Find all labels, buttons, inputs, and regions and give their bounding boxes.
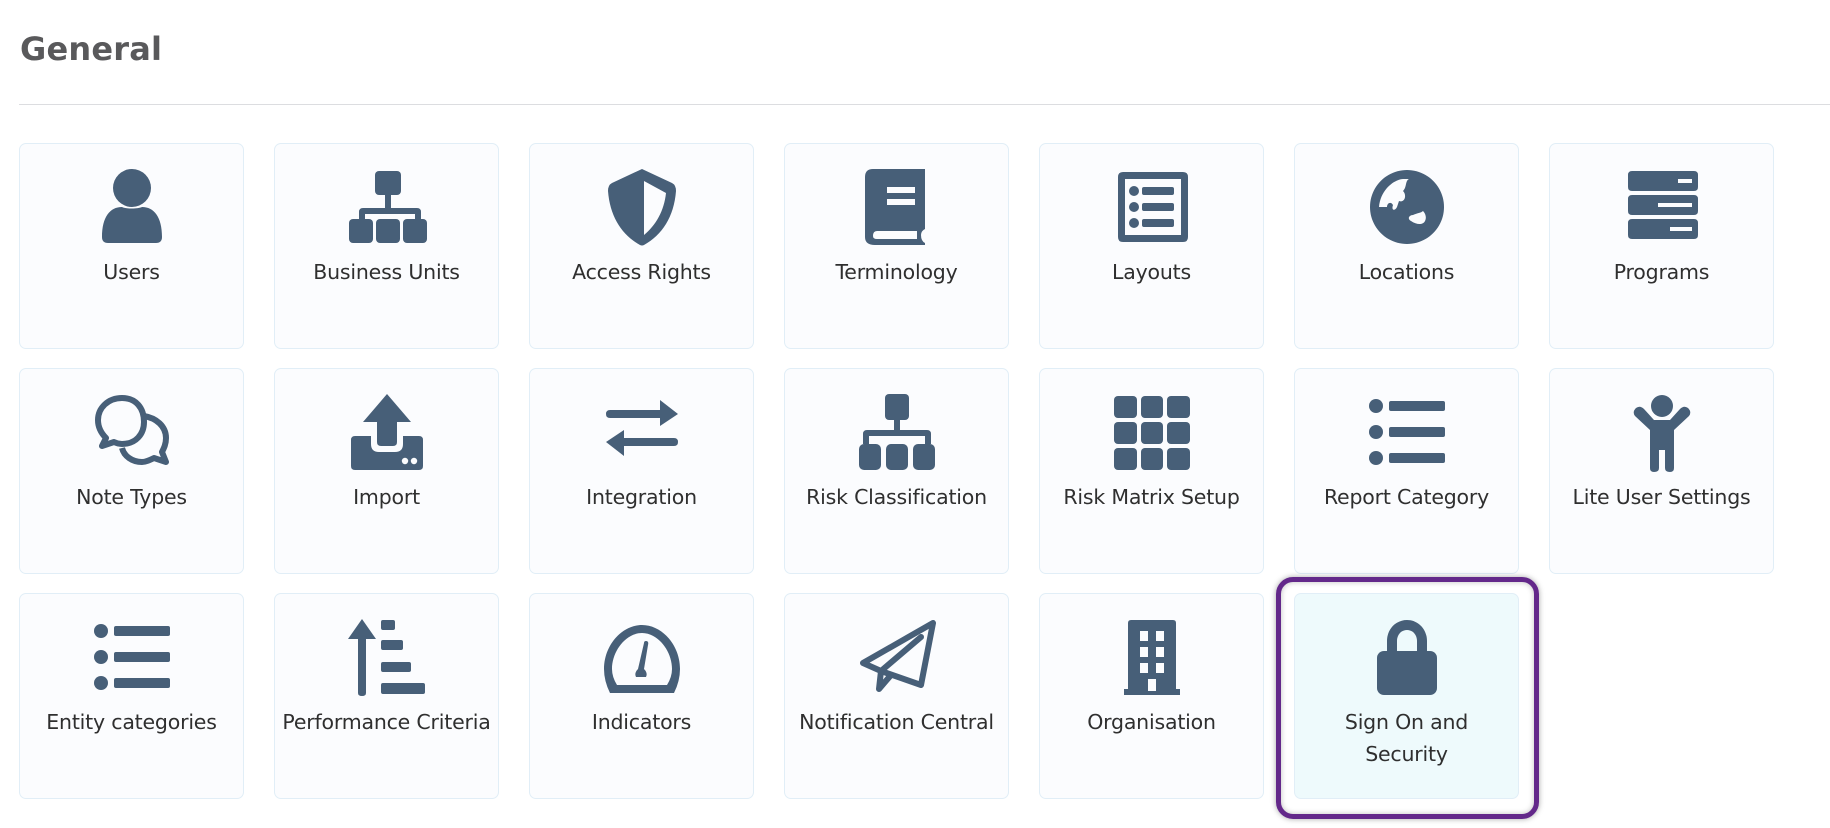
list-ul-icon [20, 616, 243, 698]
tile-label: Entity categories [46, 710, 217, 734]
tile-label: Business Units [313, 260, 460, 284]
section-title: General [20, 30, 163, 68]
tile-sign-on-and-security[interactable]: Sign On and Security [1294, 593, 1519, 799]
tachometer-icon [530, 616, 753, 698]
tile-import[interactable]: Import [274, 368, 499, 574]
child-icon [1550, 391, 1773, 473]
tile-label: Locations [1358, 260, 1455, 284]
tile-organisation[interactable]: Organisation [1039, 593, 1264, 799]
tile-programs[interactable]: Programs [1549, 143, 1774, 349]
upload-icon [275, 391, 498, 473]
tile-label: Indicators [591, 710, 692, 734]
list-alt-icon [1040, 166, 1263, 248]
tile-label: Lite User Settings [1572, 485, 1751, 509]
tile-label: Notification Central [799, 710, 994, 734]
tile-terminology[interactable]: Terminology [784, 143, 1009, 349]
tile-locations[interactable]: Locations [1294, 143, 1519, 349]
tile-label: Import [353, 485, 420, 509]
user-icon [20, 166, 243, 248]
tile-access-rights[interactable]: Access Rights [529, 143, 754, 349]
sort-amount-up-icon [275, 616, 498, 698]
tile-label: Risk Matrix Setup [1063, 485, 1240, 509]
tile-integration[interactable]: Integration [529, 368, 754, 574]
tile-label: Access Rights [572, 260, 711, 284]
tile-lite-user-settings[interactable]: Lite User Settings [1549, 368, 1774, 574]
tile-label: Integration [586, 485, 697, 509]
tile-label: Performance Criteria [282, 710, 491, 734]
list-ul-icon [1295, 391, 1518, 473]
tile-layouts[interactable]: Layouts [1039, 143, 1264, 349]
tile-label: Organisation [1087, 710, 1216, 734]
comments-icon [20, 391, 243, 473]
paper-plane-icon [785, 616, 1008, 698]
tile-label: Report Category [1323, 485, 1490, 509]
tile-indicators[interactable]: Indicators [529, 593, 754, 799]
building-icon [1040, 616, 1263, 698]
book-icon [785, 166, 1008, 248]
section-divider [19, 104, 1830, 105]
sitemap-icon [785, 391, 1008, 473]
tile-business-units[interactable]: Business Units [274, 143, 499, 349]
tile-label: Layouts [1112, 260, 1191, 284]
globe-icon [1295, 166, 1518, 248]
tile-users[interactable]: Users [19, 143, 244, 349]
tile-risk-matrix-setup[interactable]: Risk Matrix Setup [1039, 368, 1264, 574]
server-icon [1550, 166, 1773, 248]
tile-risk-classification[interactable]: Risk Classification [784, 368, 1009, 574]
sitemap-icon [275, 166, 498, 248]
tile-notification-central[interactable]: Notification Central [784, 593, 1009, 799]
tile-label: Users [103, 260, 160, 284]
tile-report-category[interactable]: Report Category [1294, 368, 1519, 574]
tile-label: Programs [1613, 260, 1710, 284]
lock-icon [1295, 616, 1518, 698]
tile-label: Note Types [76, 485, 187, 509]
tile-label: Sign On and Security [1344, 710, 1469, 766]
exchange-icon [530, 391, 753, 473]
grid-icon [1040, 391, 1263, 473]
tile-label: Risk Classification [806, 485, 987, 509]
tile-performance-criteria[interactable]: Performance Criteria [274, 593, 499, 799]
shield-icon [530, 166, 753, 248]
tile-entity-categories[interactable]: Entity categories [19, 593, 244, 799]
tile-label: Terminology [835, 260, 958, 284]
tile-note-types[interactable]: Note Types [19, 368, 244, 574]
